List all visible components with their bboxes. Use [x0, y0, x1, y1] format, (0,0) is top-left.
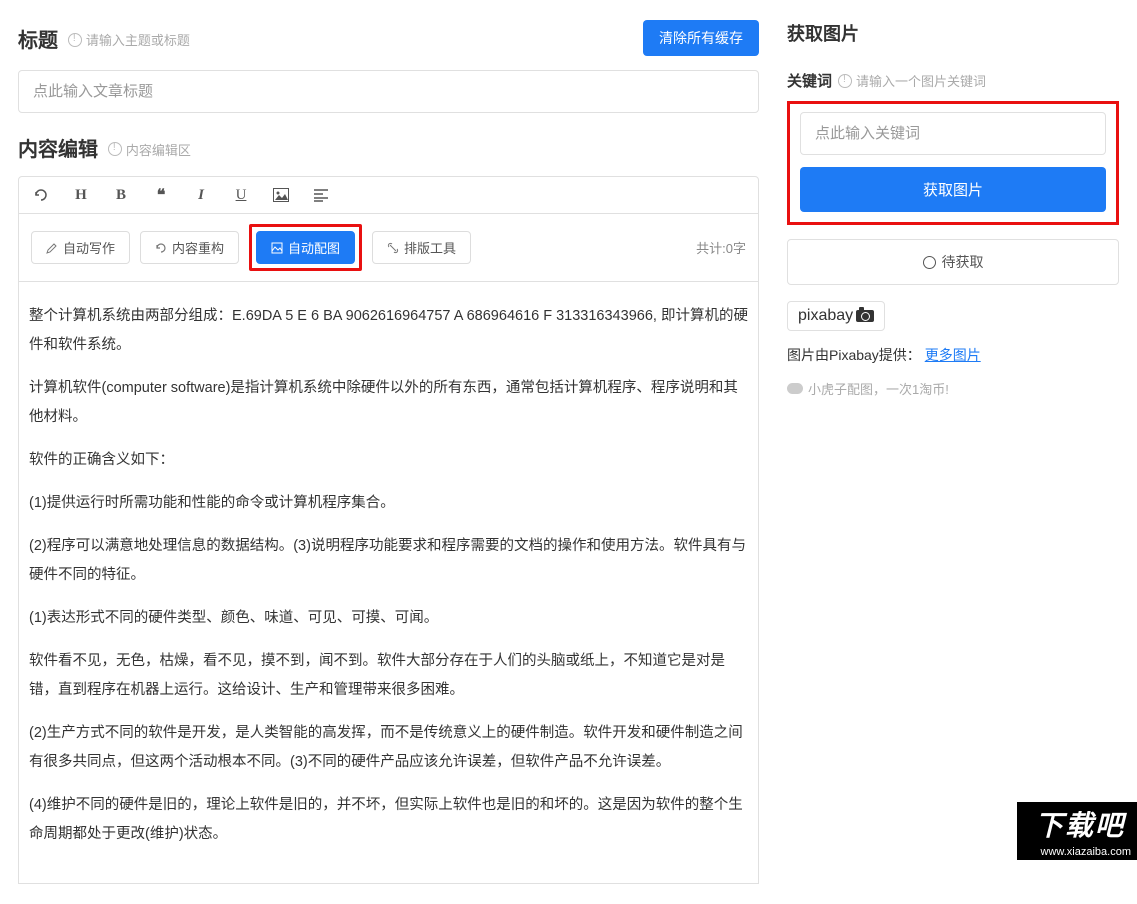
pending-icon [923, 256, 936, 269]
image-icon[interactable] [271, 185, 291, 205]
keyword-hint: 请输入一个图片关键词 [838, 71, 986, 90]
keyword-input[interactable] [800, 112, 1106, 155]
quote-icon[interactable]: ❝ [151, 185, 171, 205]
editor-paragraph: 整个计算机系统由两部分组成：E.69DA 5 E 6 BA 9062616964… [29, 302, 748, 360]
title-header: 标题 请输入主题或标题 清除所有缓存 [18, 20, 759, 56]
format-toolbar: H B ❝ I U [19, 177, 758, 214]
editor-paragraph: (2)程序可以满意地处理信息的数据结构。(3)说明程序功能要求和程序需要的文档的… [29, 532, 748, 590]
content-edit-label: 内容编辑 [18, 139, 98, 161]
editor-paragraph: (2)生产方式不同的软件是开发，是人类智能的高发挥，而不是传统意义上的硬件制造。… [29, 719, 748, 777]
cloud-icon [787, 383, 803, 394]
editor-paragraph: 软件的正确含义如下： [29, 446, 748, 475]
picture-icon [271, 242, 283, 254]
fetch-image-title: 获取图片 [787, 20, 1119, 46]
info-icon [108, 142, 122, 156]
editor-paragraph: (1)提供运行时所需功能和性能的命令或计算机程序集合。 [29, 489, 748, 518]
word-count: 共计:0字 [696, 238, 746, 257]
editor-body[interactable]: 整个计算机系统由两部分组成：E.69DA 5 E 6 BA 9062616964… [18, 282, 759, 884]
auto-image-highlight: 自动配图 [249, 224, 362, 271]
editor-paragraph: 计算机软件(computer software)是指计算机系统中除硬件以外的所有… [29, 374, 748, 432]
info-icon [838, 74, 852, 88]
restructure-button[interactable]: 内容重构 [140, 231, 239, 264]
fetch-image-button[interactable]: 获取图片 [800, 167, 1106, 212]
info-icon [68, 33, 82, 47]
title-hint: 请输入主题或标题 [68, 30, 190, 49]
pending-status: 待获取 [787, 239, 1119, 285]
undo-icon[interactable] [31, 185, 51, 205]
tip-text: 小虎子配图，一次1淘币! [787, 379, 1119, 398]
auto-image-button[interactable]: 自动配图 [256, 231, 355, 264]
layout-tool-button[interactable]: 排版工具 [372, 231, 471, 264]
auto-write-button[interactable]: 自动写作 [31, 231, 130, 264]
heading-icon[interactable]: H [71, 185, 91, 205]
pixabay-badge: pixabay [787, 301, 885, 331]
bold-icon[interactable]: B [111, 185, 131, 205]
italic-icon[interactable]: I [191, 185, 211, 205]
tool-icon [387, 242, 399, 254]
camera-icon [856, 310, 874, 322]
pencil-icon [46, 242, 58, 254]
more-images-link[interactable]: 更多图片 [925, 347, 981, 363]
provider-text: 图片由Pixabay提供： 更多图片 [787, 345, 1119, 365]
editor-paragraph: (1)表达形式不同的硬件类型、颜色、味道、可见、可摸、可闻。 [29, 604, 748, 633]
content-edit-hint: 内容编辑区 [108, 140, 191, 159]
align-left-icon[interactable] [311, 185, 331, 205]
editor-paragraph: 软件看不见，无色，枯燥，看不见，摸不到，闻不到。软件大部分存在于人们的头脑或纸上… [29, 647, 748, 705]
refresh-icon [155, 242, 167, 254]
keyword-label: 关键词 [787, 70, 832, 91]
article-title-input[interactable] [18, 70, 759, 113]
editor-paragraph: (4)维护不同的硬件是旧的，理论上软件是旧的，并不坏，但实际上软件也是旧的和坏的… [29, 791, 748, 849]
clear-cache-button[interactable]: 清除所有缓存 [643, 20, 759, 56]
underline-icon[interactable]: U [231, 185, 251, 205]
title-label: 标题 [18, 30, 58, 52]
watermark: 下载吧 www.xiazaiba.com [1017, 802, 1137, 860]
keyword-highlight: 获取图片 [787, 101, 1119, 225]
action-toolbar: 自动写作 内容重构 自动配图 排版工具 [19, 214, 758, 281]
